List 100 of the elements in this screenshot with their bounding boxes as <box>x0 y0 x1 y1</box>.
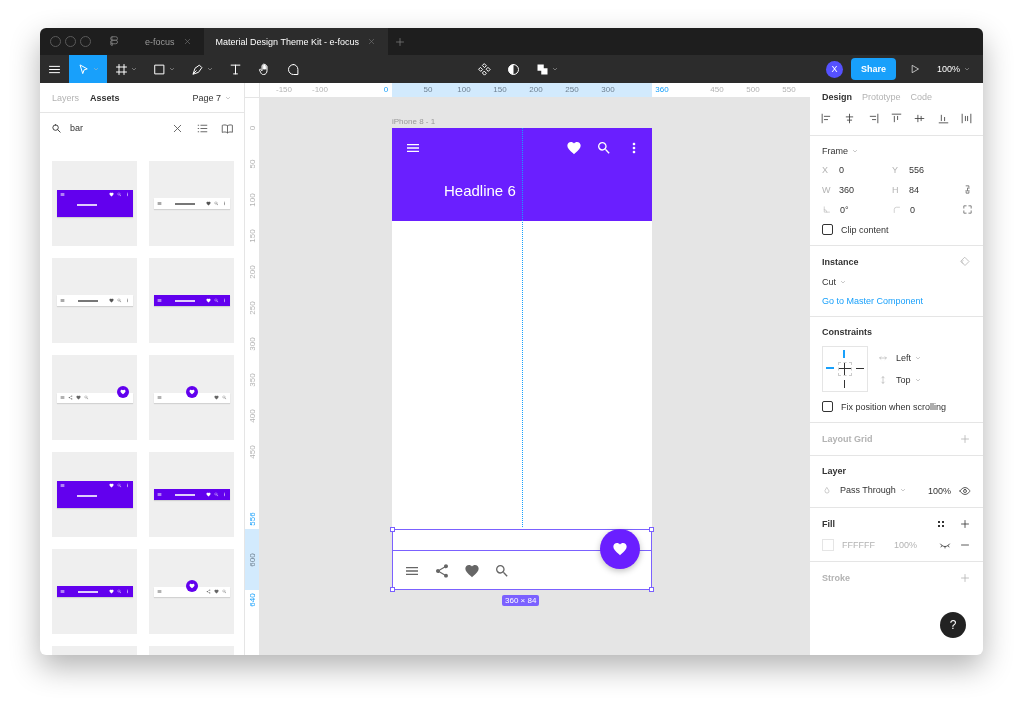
heart-icon <box>612 541 628 557</box>
file-tab[interactable]: Material Design Theme Kit - e-focus <box>203 28 388 55</box>
property-field[interactable]: X 0 <box>822 165 892 175</box>
opacity-value[interactable]: 100% <box>927 486 951 496</box>
checkbox[interactable] <box>822 401 833 412</box>
caret-icon <box>92 65 100 73</box>
frame-dropdown[interactable]: Frame <box>822 146 859 156</box>
property-field[interactable]: 0° <box>822 204 892 215</box>
heart-icon <box>205 492 211 497</box>
ruler-label: 550 <box>782 85 796 94</box>
section-title: Layer <box>822 466 848 476</box>
align-bottom-icon[interactable] <box>936 112 950 125</box>
eye-icon[interactable] <box>959 485 971 497</box>
ruler-label: 0 <box>247 125 257 131</box>
caret-icon <box>839 278 847 286</box>
heart-icon <box>464 562 480 579</box>
file-tab[interactable]: e-focus <box>133 28 204 55</box>
help-button[interactable]: ? <box>940 612 966 638</box>
ruler-label: 450 <box>710 85 724 94</box>
plus-icon[interactable] <box>959 518 971 530</box>
variant-dropdown[interactable]: Cut <box>822 277 847 287</box>
frame-icon <box>114 61 129 77</box>
heart-icon <box>108 192 114 197</box>
property-field[interactable]: Y 556 <box>892 165 962 175</box>
ruler-label: 556 <box>247 512 257 526</box>
search-field[interactable]: bar <box>70 123 159 133</box>
constrain-icon[interactable] <box>962 184 973 195</box>
align-middle-icon[interactable] <box>913 112 927 125</box>
ruler-label: 250 <box>565 85 579 94</box>
more-icon <box>124 483 130 488</box>
title-line <box>77 590 98 593</box>
search-icon <box>596 140 612 156</box>
asset-thumbnail[interactable] <box>52 355 137 440</box>
caret-icon <box>168 65 176 73</box>
drop-icon <box>822 486 832 496</box>
caret-icon <box>130 65 138 73</box>
checkbox[interactable] <box>822 224 833 235</box>
asset-thumbnail[interactable] <box>149 258 234 343</box>
property-field[interactable]: W 360 <box>822 184 892 195</box>
asset-thumbnail[interactable] <box>52 549 137 634</box>
share-icon <box>67 395 73 400</box>
user-avatar[interactable]: X <box>825 60 843 78</box>
more-icon <box>124 589 130 594</box>
resize-icon[interactable] <box>962 204 973 215</box>
menu-icon <box>156 589 162 594</box>
menu-icon <box>156 395 162 400</box>
ruler-label: 50 <box>247 159 257 169</box>
ruler-label: 400 <box>247 409 257 423</box>
ruler-label: 300 <box>247 337 257 351</box>
caret-icon <box>898 486 907 494</box>
distribute-icon[interactable] <box>959 112 973 125</box>
property-field[interactable]: H 84 <box>892 184 962 195</box>
ruler-label: -100 <box>312 85 328 94</box>
menu-icon <box>59 483 65 488</box>
heart-icon <box>205 298 211 303</box>
title-line <box>174 299 195 302</box>
asset-thumbnail[interactable] <box>52 452 137 537</box>
asset-thumbnail[interactable] <box>149 549 234 634</box>
asset-thumbnail[interactable] <box>149 161 234 246</box>
menu-icon <box>59 192 65 197</box>
color-swatch[interactable] <box>822 539 834 551</box>
panel-tab[interactable]: Assets <box>90 92 120 103</box>
vertical-constraint-dropdown[interactable]: Top <box>896 375 922 385</box>
align-left-icon[interactable] <box>820 112 833 125</box>
menu-icon <box>59 298 65 303</box>
asset-thumbnail[interactable] <box>149 355 234 440</box>
panel-tab[interactable]: Design <box>822 92 852 102</box>
styles-icon[interactable] <box>935 518 947 530</box>
align-top-icon[interactable] <box>890 112 903 125</box>
headline-text: Headline 6 <box>444 182 517 199</box>
logo-icon[interactable] <box>107 34 121 49</box>
comment-icon <box>286 61 301 77</box>
horizontal-constraint-dropdown[interactable]: Left <box>896 353 922 363</box>
heart-icon <box>75 395 81 400</box>
checkbox-label: Fix position when scrolling <box>841 401 947 412</box>
library-icon[interactable] <box>221 121 234 135</box>
blend-mode-dropdown[interactable]: Pass Through <box>840 485 907 495</box>
more-icon <box>221 492 227 497</box>
ruler-label: 200 <box>529 85 543 94</box>
property-field[interactable]: 0 <box>892 204 962 215</box>
asset-thumbnail[interactable] <box>52 161 137 246</box>
share-icon <box>434 562 450 579</box>
heart-icon <box>205 201 211 206</box>
angle-icon <box>822 205 831 214</box>
caret-icon <box>914 354 922 362</box>
page-dropdown[interactable]: Page 7 <box>192 92 232 103</box>
component-icon <box>476 61 492 77</box>
selection-box[interactable] <box>392 529 652 590</box>
asset-thumbnail[interactable] <box>149 452 234 537</box>
caret-icon <box>206 65 214 73</box>
ruler-label: 640 <box>247 593 257 607</box>
section-title: Layout Grid <box>822 434 873 444</box>
menu-icon <box>156 201 162 206</box>
zoom-dropdown[interactable]: 100% <box>930 63 977 75</box>
size-badge: 360 × 84 <box>502 595 540 606</box>
more-icon <box>221 298 227 303</box>
asset-thumbnail[interactable] <box>52 258 137 343</box>
horizontal-arrows-icon <box>878 353 888 363</box>
menu-icon <box>156 492 162 497</box>
ruler-label: 150 <box>247 229 257 243</box>
